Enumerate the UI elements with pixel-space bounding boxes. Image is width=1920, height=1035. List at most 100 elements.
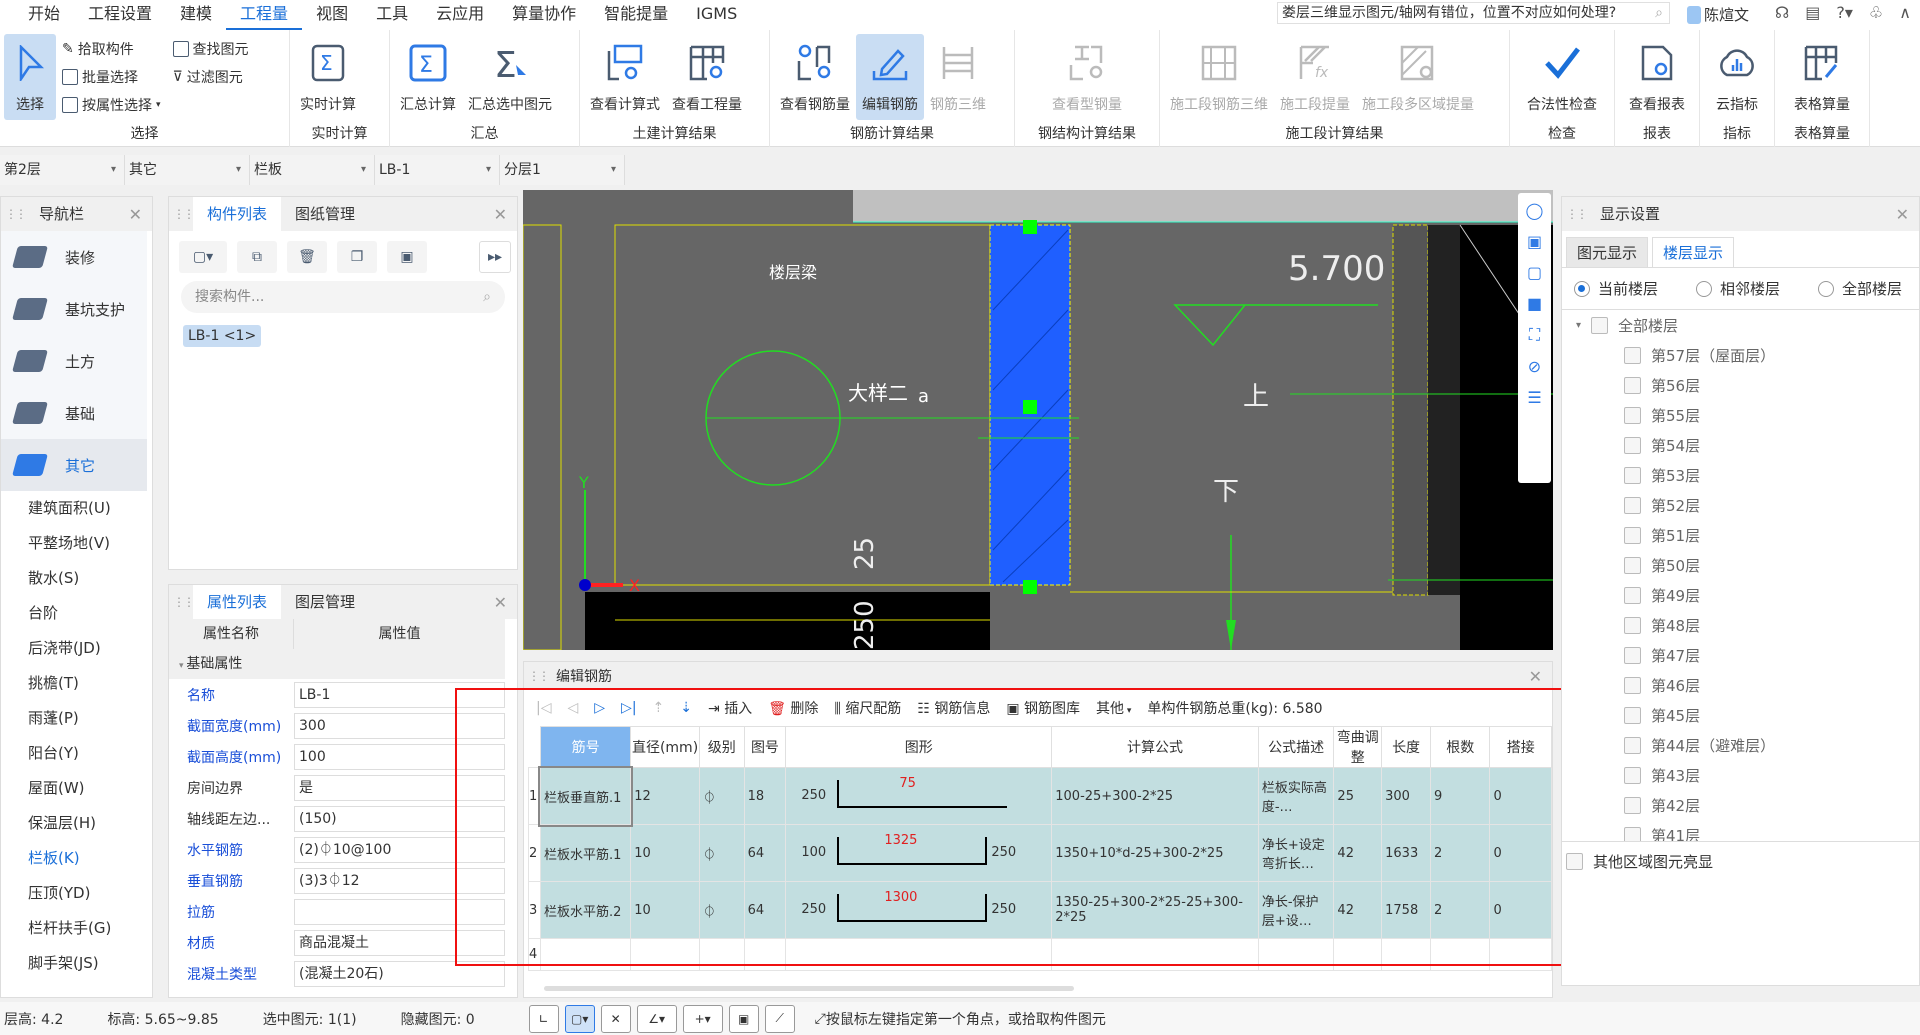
- column-header[interactable]: 图号: [743, 726, 787, 768]
- user-account[interactable]: 陈煊文: [1687, 4, 1749, 25]
- rebar-name[interactable]: 栏板水平筋.2: [539, 881, 632, 939]
- save-template-icon[interactable]: ▣: [387, 241, 427, 273]
- scale-rebar-button[interactable]: ⫼ 缩尺配筋: [834, 698, 901, 718]
- all-floors-tree-node[interactable]: ▾ 全部楼层: [1562, 310, 1919, 340]
- floor-item[interactable]: 第45层: [1562, 700, 1919, 730]
- nav-sub-item[interactable]: 平整场地(V): [1, 526, 152, 561]
- select-by-attribute-button[interactable]: 按属性选择 ▾: [62, 94, 161, 116]
- checkbox[interactable]: [1624, 706, 1641, 724]
- rebar-3d-button[interactable]: 钢筋三维: [924, 34, 992, 120]
- row-number[interactable]: 1: [528, 767, 541, 825]
- menu-item[interactable]: 工程量: [226, 0, 303, 30]
- tab-layer-management[interactable]: 图层管理: [281, 585, 369, 619]
- empty-cell[interactable]: [743, 938, 787, 971]
- menu-item[interactable]: 云应用: [422, 0, 498, 30]
- floor-item[interactable]: 第48层: [1562, 610, 1919, 640]
- realtime-calc-button[interactable]: Σ 实时计算: [294, 34, 362, 120]
- polyline-icon[interactable]: ⟋: [764, 1004, 795, 1033]
- cell-formula[interactable]: 100-25+300-2*25: [1051, 767, 1259, 825]
- cell-lap[interactable]: 0: [1489, 881, 1552, 939]
- property-value[interactable]: (3)3⏀12: [294, 867, 505, 894]
- nav-item[interactable]: 其它: [1, 439, 147, 491]
- checkbox[interactable]: [1624, 346, 1641, 364]
- cell-bend[interactable]: 42: [1333, 824, 1383, 882]
- floor-item[interactable]: 第52层: [1562, 490, 1919, 520]
- cell-formula[interactable]: 1350-25+300-2*25-25+300-2*25: [1051, 881, 1259, 939]
- tab-floor-display[interactable]: 楼层显示: [1652, 237, 1735, 267]
- table-row[interactable]: 4: [528, 938, 1552, 971]
- grip-point[interactable]: [1023, 580, 1037, 594]
- drawing-canvas[interactable]: 楼层梁 大样二 a 5.700 上 下 25 250 X Y ◯ ▣ ▢ ■ ⛶ ⊘ ☰: [522, 190, 1553, 651]
- checkbox[interactable]: [1566, 852, 1583, 870]
- column-header[interactable]: 筋号: [539, 726, 632, 768]
- component-search-input[interactable]: 搜索构件... ⌕: [181, 281, 505, 313]
- property-value[interactable]: (150): [294, 805, 505, 832]
- close-icon[interactable]: ✕: [1896, 205, 1909, 224]
- table-quantity-button[interactable]: 表格算量: [1788, 34, 1856, 120]
- cell-desc[interactable]: 净长-保护层+设…: [1257, 881, 1335, 939]
- nav-sub-item[interactable]: 栏杆扶手(G): [1, 911, 152, 946]
- layer-settings-icon[interactable]: ☰: [1527, 388, 1541, 407]
- floor-select[interactable]: 第2层: [0, 155, 125, 185]
- column-header[interactable]: 弯曲调整: [1333, 726, 1383, 768]
- rebar-name[interactable]: 栏板水平筋.1: [539, 824, 632, 882]
- checkbox[interactable]: [1624, 496, 1641, 514]
- empty-cell[interactable]: [1381, 938, 1432, 971]
- tab-element-display[interactable]: 图元显示: [1566, 237, 1649, 267]
- stage-multi-area-button[interactable]: 施工段多区域提量: [1356, 34, 1480, 120]
- menu-item[interactable]: 建模: [166, 0, 226, 30]
- snap-icon[interactable]: +▾: [682, 1004, 723, 1033]
- pick-component-button[interactable]: ✎ 拾取构件: [62, 38, 161, 60]
- help-icon[interactable]: ?▾: [1836, 3, 1853, 22]
- checkbox[interactable]: [1624, 796, 1641, 814]
- first-record-icon[interactable]: |◁: [536, 700, 551, 716]
- checkbox[interactable]: [1624, 406, 1641, 424]
- checkbox[interactable]: [1624, 586, 1641, 604]
- cell-lap[interactable]: 0: [1489, 824, 1552, 882]
- prev-record-icon[interactable]: ◁: [567, 700, 578, 716]
- property-value[interactable]: 300: [294, 712, 505, 739]
- section-view-icon[interactable]: ⊘: [1528, 357, 1541, 376]
- cell-count[interactable]: 2: [1430, 824, 1491, 882]
- checkbox[interactable]: [1624, 436, 1641, 454]
- cross-icon[interactable]: ✕: [600, 1004, 631, 1033]
- headset-icon[interactable]: ☊: [1775, 3, 1789, 22]
- close-icon[interactable]: ✕: [1529, 667, 1542, 686]
- menu-item[interactable]: 智能提量: [590, 0, 682, 30]
- section-basic[interactable]: ▾ 基础属性: [169, 649, 505, 679]
- nav-sub-item[interactable]: 后浇带(JD): [1, 631, 152, 666]
- cell-desc[interactable]: 栏板实际高度-…: [1257, 767, 1335, 825]
- nav-item[interactable]: 土方: [1, 335, 147, 387]
- stage-quantity-button[interactable]: fx 施工段提量: [1274, 34, 1356, 120]
- layer-copy-icon[interactable]: ❐: [337, 241, 377, 273]
- view-quantity-button[interactable]: 查看工程量: [666, 34, 748, 120]
- column-header[interactable]: 计算公式: [1051, 726, 1259, 768]
- nav-sub-item[interactable]: 台阶: [1, 596, 152, 631]
- angle-icon[interactable]: ∠▾: [636, 1004, 677, 1033]
- cell-desc[interactable]: 净长+设定弯折长…: [1257, 824, 1335, 882]
- empty-cell[interactable]: [630, 938, 700, 971]
- skin-icon[interactable]: ♧: [1869, 3, 1883, 22]
- close-icon[interactable]: ✕: [494, 593, 507, 612]
- cell-len[interactable]: 1758: [1381, 881, 1432, 939]
- radio-current-floor[interactable]: 当前楼层: [1574, 278, 1658, 299]
- nav-sub-item[interactable]: 栏板(K): [1, 841, 152, 876]
- rebar-shape[interactable]: 100 1325 250: [785, 824, 1053, 882]
- floor-item[interactable]: 第44层（避难层）: [1562, 730, 1919, 760]
- move-up-icon[interactable]: ⇡: [653, 700, 665, 716]
- floor-item[interactable]: 第56层: [1562, 370, 1919, 400]
- ortho-icon[interactable]: ∟: [528, 1004, 559, 1033]
- zoom-extent-icon[interactable]: ⛶: [1529, 325, 1540, 345]
- checkbox[interactable]: [1624, 676, 1641, 694]
- floor-item[interactable]: 第41层: [1562, 820, 1919, 841]
- layer-icon[interactable]: ▣: [728, 1004, 759, 1033]
- property-value[interactable]: LB-1: [294, 681, 505, 708]
- floor-item[interactable]: 第43层: [1562, 760, 1919, 790]
- calendar-icon[interactable]: ▤: [1805, 3, 1820, 22]
- empty-cell[interactable]: [1489, 938, 1552, 971]
- last-record-icon[interactable]: ▷|: [621, 700, 636, 716]
- radio-adjacent-floor[interactable]: 相邻楼层: [1696, 278, 1780, 299]
- empty-cell[interactable]: [539, 938, 632, 971]
- expand-icon[interactable]: ▾: [1576, 320, 1581, 331]
- horizontal-scrollbar[interactable]: [544, 986, 1074, 991]
